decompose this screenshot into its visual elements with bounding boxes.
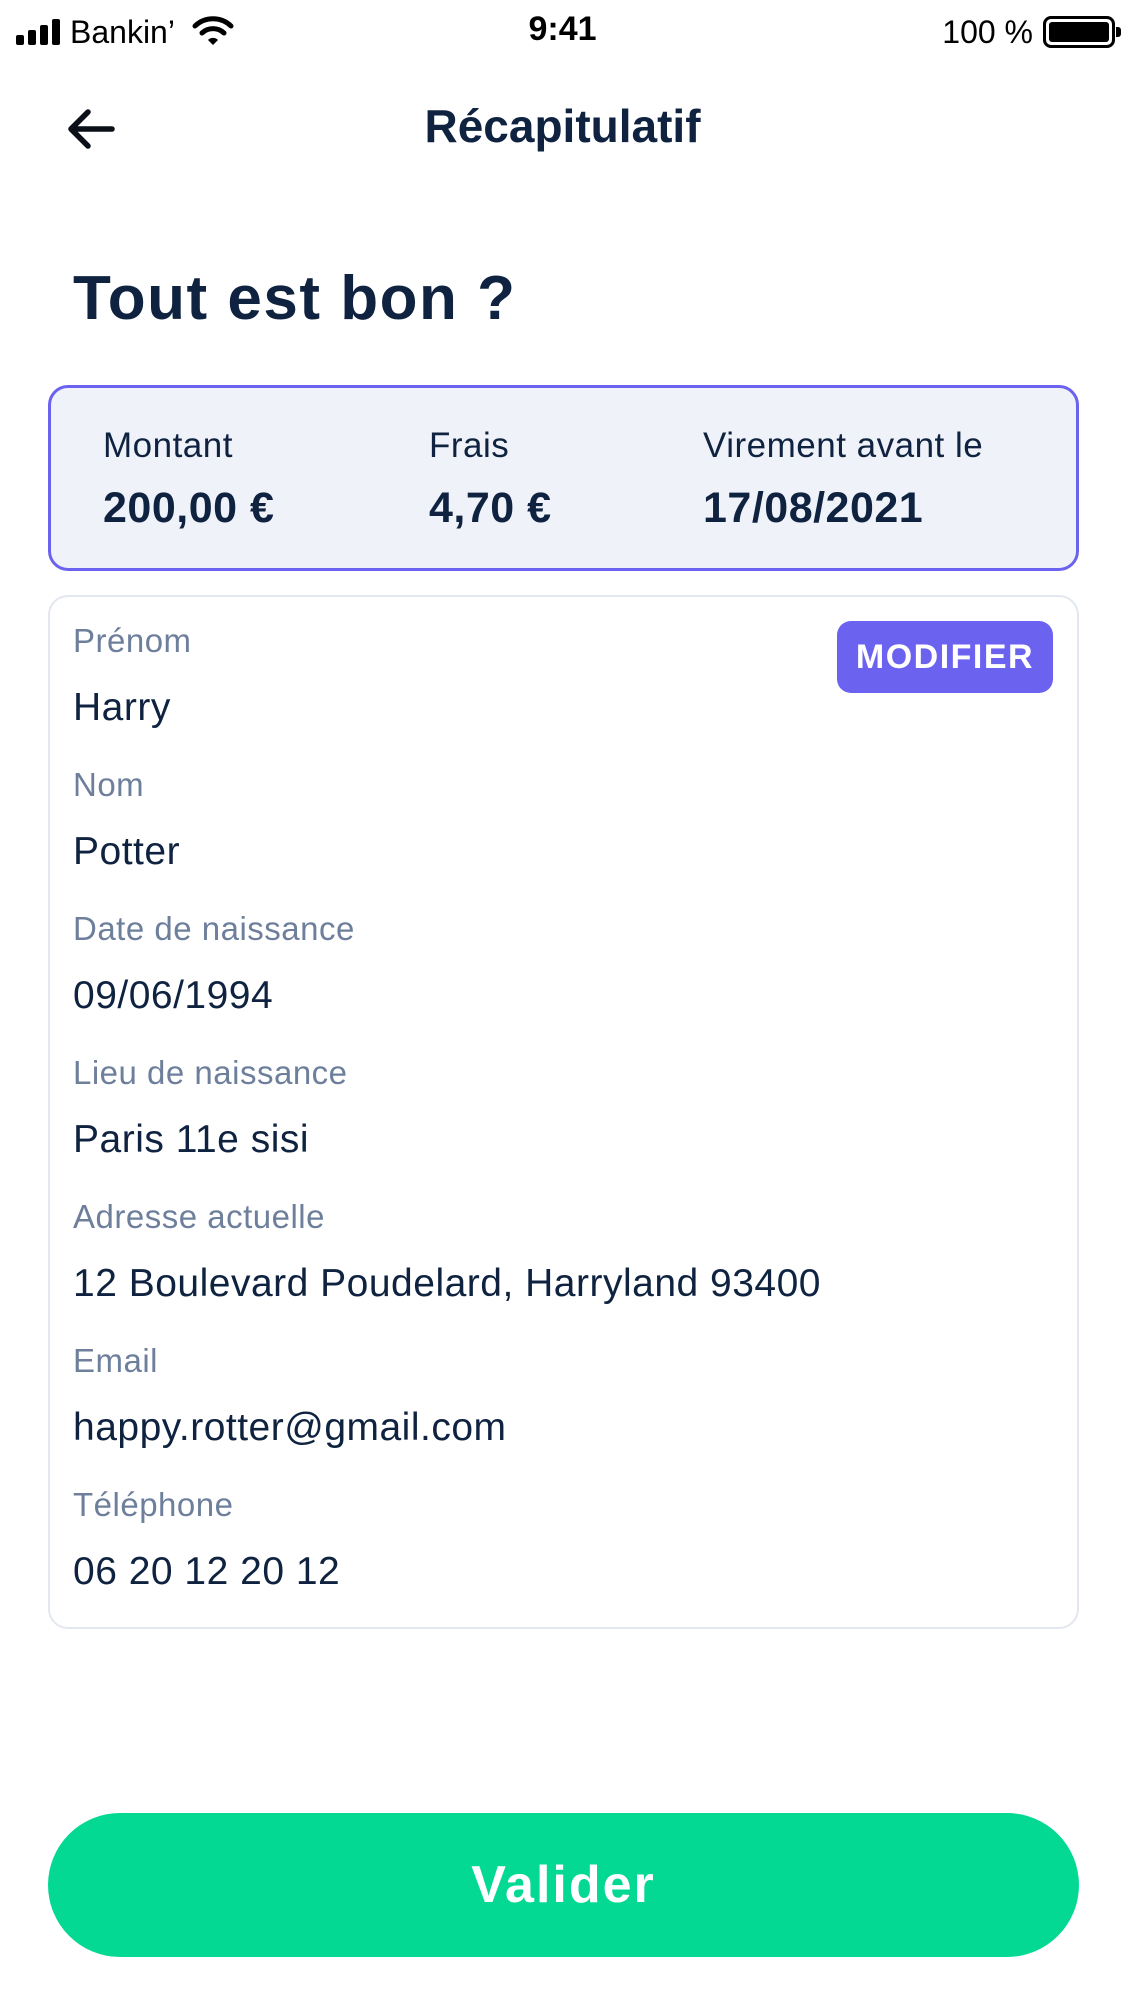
battery-percent: 100 % <box>942 13 1033 50</box>
field-birth-date: Date de naissance 09/06/1994 <box>73 910 355 1018</box>
field-value: 12 Boulevard Poudelard, Harryland 93400 <box>73 1262 821 1305</box>
field-first-name: Prénom Harry <box>73 622 192 730</box>
fees-value: 4,70 € <box>429 484 552 532</box>
field-label: Téléphone <box>73 1486 234 1523</box>
amount-label: Montant <box>103 426 233 465</box>
field-address: Adresse actuelle 12 Boulevard Poudelard,… <box>73 1198 821 1306</box>
nav-bar: Récapitulatif <box>0 66 1125 192</box>
field-birth-place: Lieu de naissance Paris 11e sisi <box>73 1054 348 1162</box>
fees-label: Frais <box>429 426 510 465</box>
field-label: Email <box>73 1342 159 1379</box>
summary-deadline: Virement avant le 17/08/2021 <box>703 426 983 533</box>
field-value: Paris 11e sisi <box>73 1118 310 1161</box>
battery-icon <box>1043 16 1121 48</box>
modify-button[interactable]: MODIFIER <box>837 621 1053 693</box>
validate-button[interactable]: Valider <box>48 1813 1079 1957</box>
field-label: Date de naissance <box>73 910 355 947</box>
field-value: Potter <box>73 830 181 873</box>
summary-amount: Montant 200,00 € <box>103 426 274 533</box>
personal-details-card: MODIFIER Prénom Harry Nom Potter Date de… <box>48 595 1079 1629</box>
field-label: Nom <box>73 766 145 803</box>
field-value: Harry <box>73 686 171 729</box>
field-last-name: Nom Potter <box>73 766 180 874</box>
field-label: Lieu de naissance <box>73 1054 348 1091</box>
status-bar: Bankin’ 9:41 100 % <box>0 0 1125 66</box>
field-value: 06 20 12 20 12 <box>73 1550 341 1593</box>
deadline-label: Virement avant le <box>703 426 984 465</box>
status-bar-right: 100 % <box>942 12 1121 52</box>
deadline-value: 17/08/2021 <box>703 484 924 532</box>
field-phone: Téléphone 06 20 12 20 12 <box>73 1486 340 1594</box>
amount-value: 200,00 € <box>103 484 275 532</box>
transfer-summary: Montant 200,00 € Frais 4,70 € Virement a… <box>48 385 1079 571</box>
page-heading: Tout est bon ? <box>73 264 517 333</box>
field-label: Prénom <box>73 622 192 659</box>
field-label: Adresse actuelle <box>73 1198 325 1235</box>
page-title: Récapitulatif <box>424 100 701 152</box>
recap-screen: Bankin’ 9:41 100 % Récapitulatif Tout es… <box>0 0 1125 2001</box>
field-value: happy.rotter@gmail.com <box>73 1406 507 1449</box>
field-email: Email happy.rotter@gmail.com <box>73 1342 507 1450</box>
summary-fees: Frais 4,70 € <box>429 426 552 533</box>
field-value: 09/06/1994 <box>73 974 274 1017</box>
